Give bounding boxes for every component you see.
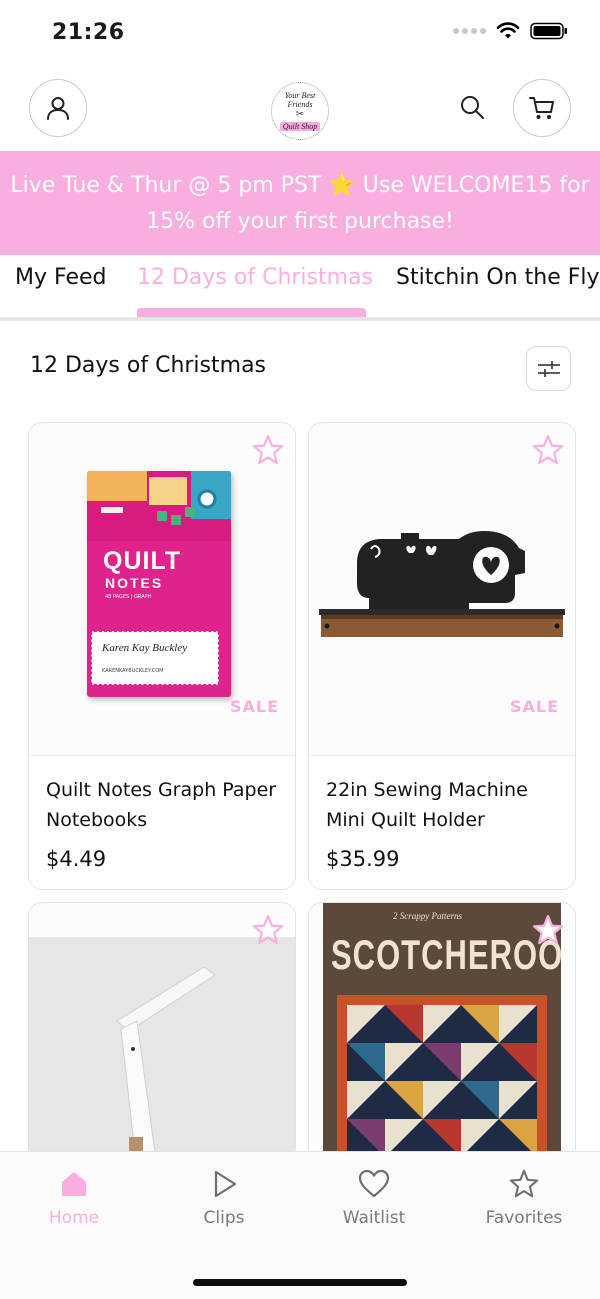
active-tab-indicator	[137, 308, 366, 317]
notebook-label: Karen Kay Buckley KARENKAYBUCKLEY.COM	[91, 631, 219, 685]
search-icon	[461, 96, 484, 119]
nav-clips-label: Clips	[203, 1208, 245, 1228]
product-name[interactable]: Quilt Notes Graph Paper Notebooks	[46, 775, 286, 835]
notebook-pattern	[87, 471, 231, 541]
nav-home[interactable]: Home	[19, 1168, 129, 1228]
search-button[interactable]	[455, 90, 489, 124]
home-indicator	[193, 1279, 407, 1286]
product-price: $35.99	[326, 847, 400, 871]
nav-clips[interactable]: Clips	[169, 1168, 279, 1228]
notebook-title: QUILT	[103, 547, 182, 575]
sliders-icon	[537, 360, 560, 377]
product-name[interactable]: 22in Sewing Machine Mini Quilt Holder	[326, 775, 566, 835]
status-icons	[453, 22, 568, 40]
tab-12-days-of-christmas[interactable]: 12 Days of Christmas	[137, 265, 373, 290]
wifi-icon	[496, 22, 520, 39]
notebook-site: KARENKAYBUCKLEY.COM	[102, 668, 164, 674]
app-header: Your Best Friends ✂ Quilt Shop	[0, 76, 600, 140]
product-card[interactable]: QUILT NOTES 48 PAGES | GRAPH Karen Kay B…	[28, 422, 296, 890]
profile-button[interactable]	[29, 79, 87, 137]
nav-favorites[interactable]: Favorites	[469, 1168, 579, 1228]
status-bar: 21:26	[0, 0, 600, 64]
scotcheroos-book-image: 2 Scrappy Patterns SCOTCHEROOS	[323, 903, 561, 1161]
logo-text-bottom: Quilt Shop	[279, 122, 321, 131]
nav-waitlist[interactable]: Waitlist	[319, 1168, 429, 1228]
cart-button[interactable]	[513, 79, 571, 137]
section-title: 12 Days of Christmas	[30, 353, 267, 378]
bottom-navigation: Home Clips Waitlist Favorites	[0, 1151, 600, 1299]
product-card[interactable]: SALE 22in Sewing Machine Mini Quilt Hold…	[308, 422, 576, 890]
star-icon	[509, 1169, 539, 1198]
favorite-star-icon[interactable]	[251, 913, 285, 947]
scissors-icon: ✂	[295, 109, 305, 120]
promo-banner[interactable]: Live Tue & Thur @ 5 pm PST ⭐ Use WELCOME…	[0, 151, 600, 255]
book-title: SCOTCHEROOS	[331, 931, 561, 979]
quilt-notes-notebook-image: QUILT NOTES 48 PAGES | GRAPH Karen Kay B…	[87, 471, 231, 697]
home-icon	[62, 1172, 86, 1196]
product-price: $4.49	[46, 847, 107, 871]
battery-icon	[530, 22, 567, 40]
tab-stitchin-on-the-fly[interactable]: Stitchin On the Fly	[396, 265, 600, 290]
nav-home-label: Home	[48, 1208, 100, 1228]
play-icon	[214, 1170, 237, 1198]
favorite-star-icon[interactable]	[531, 913, 565, 947]
book-tagline: 2 Scrappy Patterns	[393, 911, 462, 921]
sale-badge: SALE	[509, 697, 559, 716]
product-card[interactable]: 2 Scrappy Patterns SCOTCHEROOS	[308, 902, 576, 1162]
category-tabs: My Feed 12 Days of Christmas Stitchin On…	[0, 255, 600, 321]
sale-badge: SALE	[229, 697, 279, 716]
logo-text-top: Your Best Friends	[284, 91, 316, 109]
shop-logo[interactable]: Your Best Friends ✂ Quilt Shop	[271, 82, 329, 140]
user-icon	[47, 97, 69, 120]
nav-waitlist-label: Waitlist	[342, 1208, 406, 1228]
favorite-star-icon[interactable]	[531, 433, 565, 467]
notebook-caption: 48 PAGES | GRAPH	[105, 594, 152, 600]
notebook-author: Karen Kay Buckley	[102, 642, 188, 654]
notebook-subtitle: NOTES	[105, 575, 164, 591]
status-time: 21:26	[52, 20, 125, 45]
tab-my-feed[interactable]: My Feed	[15, 265, 106, 290]
favorite-star-icon[interactable]	[251, 433, 285, 467]
nav-favorites-label: Favorites	[485, 1208, 563, 1228]
filter-button[interactable]	[526, 346, 571, 391]
cart-icon	[529, 97, 554, 119]
quilt-pattern	[337, 995, 547, 1161]
product-card[interactable]	[28, 902, 296, 1162]
signal-icon	[453, 28, 486, 34]
heart-icon	[358, 1169, 390, 1198]
